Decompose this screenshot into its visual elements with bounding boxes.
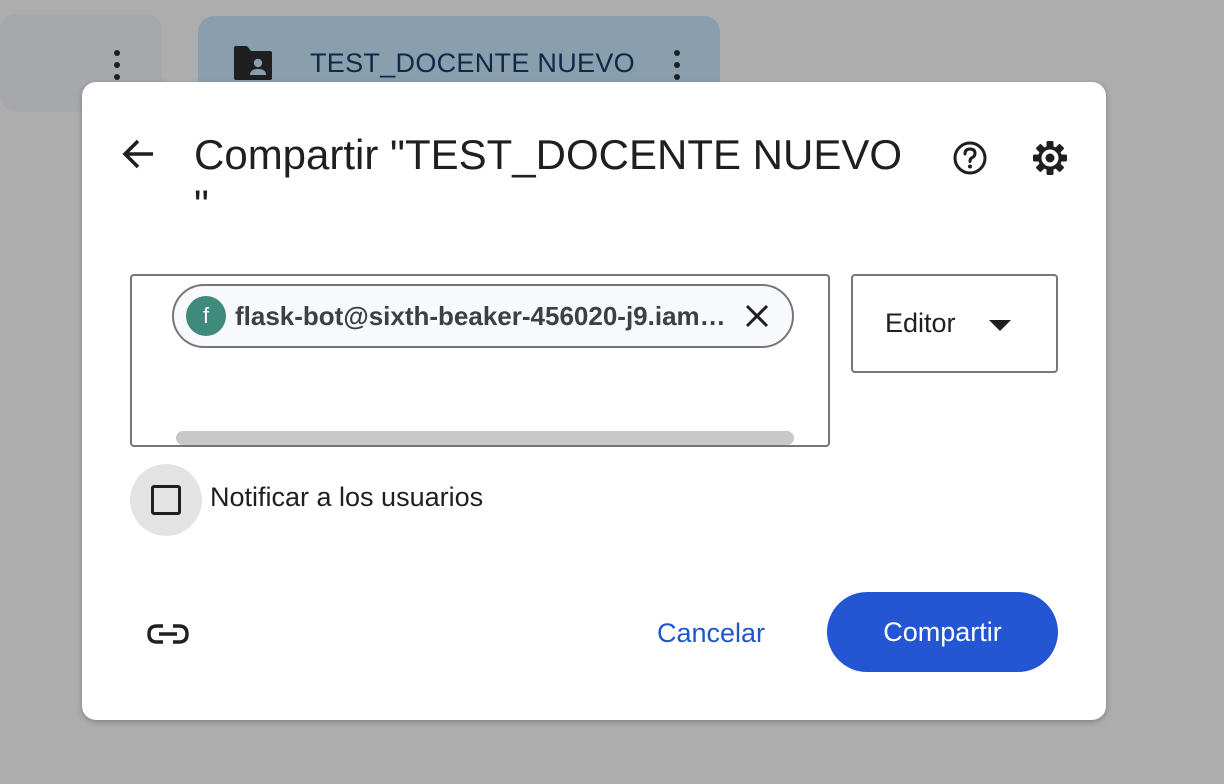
background-folder-title: TEST_DOCENTE NUEVO bbox=[310, 48, 635, 78]
cancel-button[interactable]: Cancelar bbox=[642, 594, 780, 672]
help-circle-icon bbox=[953, 141, 987, 175]
arrow-back-icon bbox=[122, 139, 153, 169]
share-button[interactable]: Compartir bbox=[827, 592, 1058, 672]
back-button[interactable] bbox=[116, 132, 160, 176]
close-icon bbox=[745, 304, 769, 328]
shared-folder-icon bbox=[234, 46, 272, 80]
notify-users-label[interactable]: Notificar a los usuarios bbox=[210, 482, 483, 513]
help-button[interactable] bbox=[948, 136, 992, 180]
role-dropdown[interactable]: Editor bbox=[851, 274, 1058, 373]
copy-link-button[interactable] bbox=[144, 610, 192, 658]
share-dialog: Compartir "TEST_DOCENTE NUEVO " f flask-… bbox=[82, 82, 1106, 720]
more-vert-icon bbox=[674, 50, 680, 80]
link-icon bbox=[147, 624, 189, 644]
remove-recipient-button[interactable] bbox=[739, 298, 775, 334]
more-vert-icon bbox=[114, 50, 120, 80]
dialog-title: Compartir "TEST_DOCENTE NUEVO " bbox=[194, 131, 903, 228]
recipients-input[interactable]: f flask-bot@sixth-beaker-456020-j9.iam.g… bbox=[130, 274, 830, 447]
checkbox-box bbox=[151, 485, 181, 515]
horizontal-scrollbar[interactable] bbox=[176, 431, 794, 445]
avatar: f bbox=[186, 296, 226, 336]
role-selected-value: Editor bbox=[885, 308, 956, 338]
gear-icon bbox=[1033, 141, 1067, 175]
caret-down-icon bbox=[989, 320, 1011, 331]
notify-users-checkbox[interactable] bbox=[130, 464, 202, 536]
settings-button[interactable] bbox=[1028, 136, 1072, 180]
recipient-chip[interactable]: f flask-bot@sixth-beaker-456020-j9.iam.g… bbox=[172, 284, 794, 348]
recipient-email: flask-bot@sixth-beaker-456020-j9.iam.gse… bbox=[235, 300, 731, 331]
